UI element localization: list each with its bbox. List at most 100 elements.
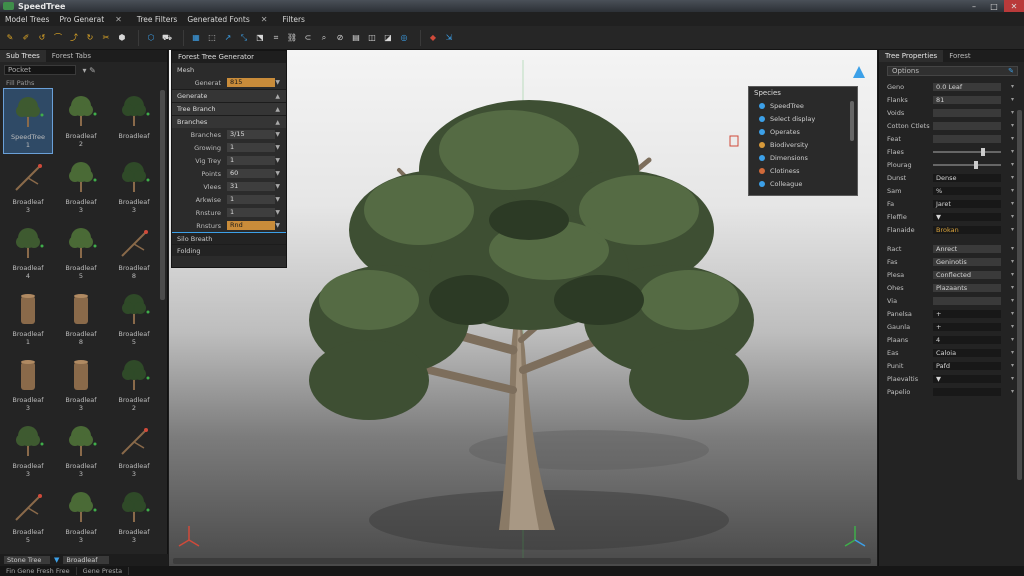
properties-scrollbar[interactable] [1017,110,1022,480]
close-button[interactable]: ✕ [1004,0,1024,12]
property-value[interactable]: Geninotis [933,257,1001,266]
menu-item-filters[interactable]: Filters [277,15,309,24]
property-value[interactable]: ▼ [933,374,1001,383]
crop-tool-icon[interactable]: ⌗ [270,32,282,44]
magnet-tool-icon[interactable]: ⊂ [302,32,314,44]
target-tool-icon[interactable]: ◎ [398,32,410,44]
asset-tile[interactable]: Broadleaf 4 [3,220,53,286]
dropdown-icon[interactable]: ▼ [275,131,280,138]
property-value[interactable]: Conflected [933,270,1001,279]
dropdown-icon[interactable]: ▾ [1011,213,1014,220]
mask-tool-icon[interactable]: ◪ [382,32,394,44]
dropdown-icon[interactable]: ▼ [275,222,280,229]
asset-tile[interactable]: Broadleaf 3 [109,484,159,550]
asset-tile[interactable]: Broadleaf 3 [56,352,106,418]
asset-tile[interactable]: Broadleaf 3 [3,418,53,484]
asset-tile[interactable]: Broadleaf 3 [3,352,53,418]
dropdown-icon[interactable]: ▼ [275,209,280,216]
property-value[interactable]: 4 [933,335,1001,344]
close-tab-icon[interactable]: ✕ [115,15,122,24]
dropdown-icon[interactable]: ▾ [1011,310,1014,317]
layers-tool-icon[interactable]: ◫ [366,32,378,44]
generator-footer-2[interactable]: Folding [172,244,286,256]
dropdown-icon[interactable]: ▾ [1011,148,1014,155]
property-value[interactable]: Pafd [933,361,1001,370]
property-slider[interactable] [933,147,1001,156]
field-value[interactable]: 815 [227,78,275,87]
dropdown-icon[interactable]: ▾ [1011,388,1014,395]
tab-tree-properties[interactable]: Tree Properties [879,50,944,62]
asset-tile[interactable]: Broadleaf 8 [56,286,106,352]
pen-tool-icon[interactable]: ✎ [4,32,16,44]
car-tool-icon[interactable]: ⛟ [161,32,173,44]
dropdown-icon[interactable]: ▾ [1011,349,1014,356]
move-tool-icon[interactable]: ↗ [222,32,234,44]
rotate-left-icon[interactable]: ↺ [36,32,48,44]
asset-tile[interactable]: Broadleaf 5 [3,484,53,550]
dropdown-icon[interactable]: ▾ [1011,258,1014,265]
lasso-tool-icon[interactable]: ⬔ [254,32,266,44]
asset-type-field[interactable]: Broadleaf [63,556,110,564]
link-tool-icon[interactable]: ⛓ [286,32,298,44]
paint-tool-icon[interactable]: ⊘ [334,32,346,44]
species-item[interactable]: Dimensions [749,151,857,164]
asset-tile[interactable]: SpeedTree 1 [3,88,53,154]
dropdown-icon[interactable]: ▾ [1011,323,1014,330]
species-item[interactable]: Select display [749,112,857,125]
field-value[interactable]: 1 [227,156,275,165]
generator-section[interactable]: Generate ▲ [172,89,286,102]
menu-item-pro-generat[interactable]: Pro Generat [54,15,109,24]
property-value[interactable]: Anrect [933,244,1001,253]
property-value[interactable] [933,108,1001,117]
property-value[interactable]: + [933,322,1001,331]
dropdown-icon[interactable]: ▾ [1011,96,1014,103]
dropdown-icon[interactable]: ▾ [1011,200,1014,207]
asset-filter-field[interactable]: Stone Tree [4,556,50,564]
rotate-right-icon[interactable]: ↻ [84,32,96,44]
viewport-timeline-scrollbar[interactable] [173,558,871,564]
dropdown-icon[interactable]: ▼ [275,170,280,177]
bend-tool-icon[interactable]: ⌒ [52,32,64,44]
property-value[interactable]: Dense [933,173,1001,182]
property-value[interactable]: Caloia [933,348,1001,357]
asset-tile[interactable]: Broadleaf 2 [109,352,159,418]
property-value[interactable]: Brokan [933,225,1001,234]
dropdown-icon[interactable]: ▾ [1011,161,1014,168]
property-value[interactable]: Jaret [933,199,1001,208]
dropdown-icon[interactable]: ▼ [54,556,59,564]
trim-tool-icon[interactable]: ✂ [100,32,112,44]
collapse-icon[interactable]: ▲ [275,106,280,113]
asset-tile[interactable]: Broadleaf 3 [56,418,106,484]
export-tool-icon[interactable]: ⇲ [443,32,455,44]
asset-tile[interactable]: Broadleaf [109,88,159,154]
dropdown-icon[interactable]: ▾ [1011,362,1014,369]
generator-section[interactable]: Branches ▲ [172,115,286,128]
property-slider[interactable] [933,160,1001,169]
dropdown-icon[interactable]: ▾ [1011,83,1014,90]
dropdown-icon[interactable]: ▾ [1011,122,1014,129]
species-item[interactable]: SpeedTree [749,99,857,112]
species-item[interactable]: Colleague [749,177,857,190]
collapse-icon[interactable]: ▲ [275,93,280,100]
asset-tile[interactable]: Broadleaf 3 [109,154,159,220]
menu-item-generated-fonts[interactable]: Generated Fonts [182,15,254,24]
asset-tile[interactable]: Broadleaf 5 [56,220,106,286]
field-value[interactable]: 1 [227,195,275,204]
tab-sub-trees[interactable]: Sub Trees [0,50,46,62]
asset-tile[interactable]: Broadleaf 3 [109,418,159,484]
maximize-button[interactable]: □ [984,0,1004,12]
dropdown-icon[interactable]: ▾ [1011,109,1014,116]
asset-tile[interactable]: Broadleaf 3 [56,154,106,220]
asset-scrollbar[interactable] [160,90,165,300]
property-value[interactable] [933,121,1001,130]
menu-item-model-trees[interactable]: Model Trees [0,15,54,24]
asset-tile[interactable]: Broadleaf 2 [56,88,106,154]
grow-tool-icon[interactable]: ⤴ [68,32,80,44]
dropdown-icon[interactable]: ▼ [275,79,280,86]
species-item[interactable]: Biodiversity [749,138,857,151]
asset-tile[interactable]: Broadleaf 8 [109,220,159,286]
dropdown-icon[interactable]: ▾ [1011,297,1014,304]
property-value[interactable]: Plazaants [933,283,1001,292]
dropdown-icon[interactable]: ▾ [1011,187,1014,194]
species-item[interactable]: Clotiness [749,164,857,177]
